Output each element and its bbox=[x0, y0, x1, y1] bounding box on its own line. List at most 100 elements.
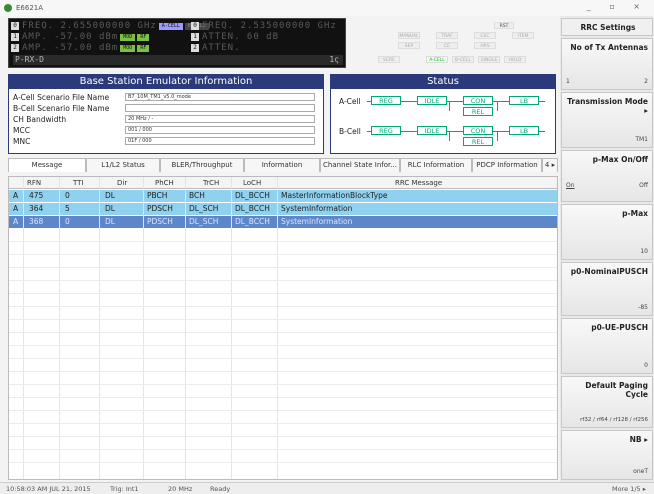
col-phch[interactable]: PhCH bbox=[155, 179, 174, 187]
info-label: B-Cell Scenario File Name bbox=[13, 104, 110, 113]
col-tti[interactable]: TTI bbox=[73, 179, 84, 187]
col-dir[interactable]: Dir bbox=[117, 179, 127, 187]
rrc-settings-header: RRC Settings bbox=[561, 18, 653, 36]
traf-button[interactable]: TRAF bbox=[436, 32, 458, 39]
bcell-rel-link bbox=[497, 131, 498, 141]
single-button[interactable]: SINGLE bbox=[478, 56, 500, 63]
info-value: 001 / 000 bbox=[125, 126, 315, 134]
lcd-row-right-1: 1 ATTEN. 60 dB bbox=[191, 32, 279, 42]
info-label: MCC bbox=[13, 126, 30, 135]
grid-line bbox=[9, 397, 557, 398]
cell-dir: DL bbox=[105, 191, 115, 200]
lcd-atten-2: ATTEN. bbox=[202, 43, 241, 53]
tab-pdcp-information[interactable]: PDCP Information bbox=[472, 158, 542, 172]
table-row[interactable]: A 364 5 DL PDSCH DL_SCH DL_BCCH SystemIn… bbox=[9, 203, 557, 215]
cec-button[interactable]: CEC bbox=[474, 32, 496, 39]
cell-id: A bbox=[13, 217, 19, 226]
item-button[interactable]: ITEM bbox=[512, 32, 534, 39]
softkey-no-tx-antennas[interactable]: No of Tx Antennas 1 2 bbox=[561, 38, 653, 90]
grid-line bbox=[9, 462, 557, 463]
table-row[interactable]: A 475 0 DL PBCH BCH DL_BCCH MasterInform… bbox=[9, 190, 557, 202]
cell-id: A bbox=[13, 191, 19, 200]
ce-button[interactable]: CE bbox=[436, 42, 458, 49]
grid-line bbox=[9, 436, 557, 437]
softkey-panel: RRC Settings No of Tx Antennas 1 2 Trans… bbox=[560, 16, 654, 482]
softkey-right-value: 10 bbox=[640, 248, 648, 255]
grid-line bbox=[185, 177, 186, 479]
lcd-tag-mod: MOD bbox=[120, 44, 136, 52]
info-value: 01F / 000 bbox=[125, 137, 315, 145]
softkey-transmission-mode[interactable]: Transmission Mode ▸ TM1 bbox=[561, 92, 653, 148]
cell-tti: 0 bbox=[65, 191, 70, 200]
grid-line bbox=[9, 384, 557, 385]
softkey-pmax[interactable]: p-Max 10 bbox=[561, 204, 653, 260]
softkey-title: Transmission Mode ▸ bbox=[567, 97, 648, 115]
softkey-right-value: Off bbox=[639, 182, 648, 189]
cell-rfn: 368 bbox=[29, 217, 44, 226]
cell-rrc-message: SystemInformation bbox=[281, 217, 353, 226]
lcd-tag-rf: RF bbox=[137, 33, 150, 41]
col-rrc-message[interactable]: RRC Message bbox=[395, 179, 442, 187]
tab-rlc-information[interactable]: RLC Information bbox=[400, 158, 472, 172]
info-value: 20 MHz / - bbox=[125, 115, 315, 123]
cell-trch: DL_SCH bbox=[189, 217, 219, 226]
softkey-nb[interactable]: NB ▸ oneT bbox=[561, 430, 653, 480]
grid-line bbox=[9, 267, 557, 268]
col-trch[interactable]: TrCH bbox=[203, 179, 219, 187]
grid-line bbox=[231, 177, 232, 479]
col-rfn[interactable]: RFN bbox=[27, 179, 41, 187]
cell-loch: DL_BCCH bbox=[235, 204, 270, 213]
info-value: B7_10M_TM1_v5.0_mode bbox=[125, 93, 315, 101]
tab-scroll-right[interactable]: 4 ▸ bbox=[542, 158, 558, 172]
softkey-title: p0-UE-PUSCH bbox=[591, 323, 648, 332]
scre-button[interactable]: SCRE bbox=[378, 56, 400, 63]
info-label: CH Bandwidth bbox=[13, 115, 67, 124]
tab-bler-throughput[interactable]: BLER/Throughput bbox=[160, 158, 244, 172]
grid-line bbox=[9, 423, 557, 424]
grid-line bbox=[9, 371, 557, 372]
status-trig: Trig: Int1 bbox=[110, 485, 139, 493]
manual-button[interactable]: MANUAL bbox=[398, 32, 420, 39]
cell-rrc-message: MasterInformationBlockType bbox=[281, 191, 388, 200]
lcd-row-index: 0 bbox=[11, 22, 19, 30]
softkey-title: p0-NominalPUSCH bbox=[570, 267, 648, 276]
acell-rel-link bbox=[449, 101, 450, 111]
table-row-selected[interactable]: A 368 0 DL PDSCH DL_SCH DL_BCCH SystemIn… bbox=[9, 216, 557, 228]
col-loch[interactable]: LoCH bbox=[243, 179, 261, 187]
grid-line bbox=[143, 177, 144, 479]
grid-line bbox=[9, 345, 557, 346]
hrs-button[interactable]: HRS bbox=[474, 42, 496, 49]
more-page-indicator[interactable]: More 1/5 ▸ bbox=[612, 485, 646, 493]
lcd-atten-1: ATTEN. 60 dB bbox=[202, 32, 280, 42]
softkey-default-paging-cycle[interactable]: Default Paging Cycle rf32 / rf64 / rf128… bbox=[561, 376, 653, 428]
message-table: RFN TTI Dir PhCH TrCH LoCH RRC Message A… bbox=[8, 176, 558, 480]
tab-channel-state[interactable]: Channel State Infor... bbox=[320, 158, 400, 172]
tab-information[interactable]: Information bbox=[244, 158, 320, 172]
bcell-button[interactable]: B-CELL bbox=[452, 56, 474, 63]
bcell-reg: REG bbox=[371, 126, 401, 135]
hold-button[interactable]: HOLD bbox=[504, 56, 526, 63]
softkey-p0-nominal-pusch[interactable]: p0-NominalPUSCH -85 bbox=[561, 262, 653, 316]
lcd-row-0: 0 FREQ. 2.655000000 GHz A-CELL B-CELL bbox=[11, 21, 209, 31]
lcd-row-index: 0 bbox=[191, 22, 199, 30]
status-ready: Ready bbox=[210, 485, 231, 493]
softkey-pmax-onoff[interactable]: p-Max On/Off On Off bbox=[561, 150, 653, 202]
lcd-tag-acell: A-CELL bbox=[158, 22, 183, 30]
sep-button[interactable]: SEP bbox=[398, 42, 420, 49]
acell-button[interactable]: A-CELL bbox=[426, 56, 448, 63]
tab-l1l2-status[interactable]: L1/L2 Status bbox=[86, 158, 160, 172]
lcd-row-index: 1 bbox=[11, 33, 19, 41]
lcd-amp-1: AMP. -57.00 dBm bbox=[22, 32, 119, 42]
grid-line bbox=[9, 410, 557, 411]
lcd-tag-mod: MOD bbox=[120, 33, 136, 41]
softkey-p0-ue-pusch[interactable]: p0-UE-PUSCH 0 bbox=[561, 318, 653, 374]
bcell-rel: REL bbox=[463, 137, 493, 146]
lcd-row-2: 2 AMP. -57.00 dBm MOD RF bbox=[11, 43, 150, 53]
grid-line bbox=[9, 254, 557, 255]
tab-message[interactable]: Message bbox=[8, 158, 86, 172]
grid-line bbox=[277, 177, 278, 479]
window-controls[interactable]: _ ▫ × bbox=[587, 2, 648, 11]
grid-line bbox=[9, 358, 557, 359]
rst-button[interactable]: RST bbox=[494, 22, 514, 29]
status-bar: 10:58:03 AM JUL 21, 2015 Trig: Int1 20 M… bbox=[0, 482, 654, 494]
